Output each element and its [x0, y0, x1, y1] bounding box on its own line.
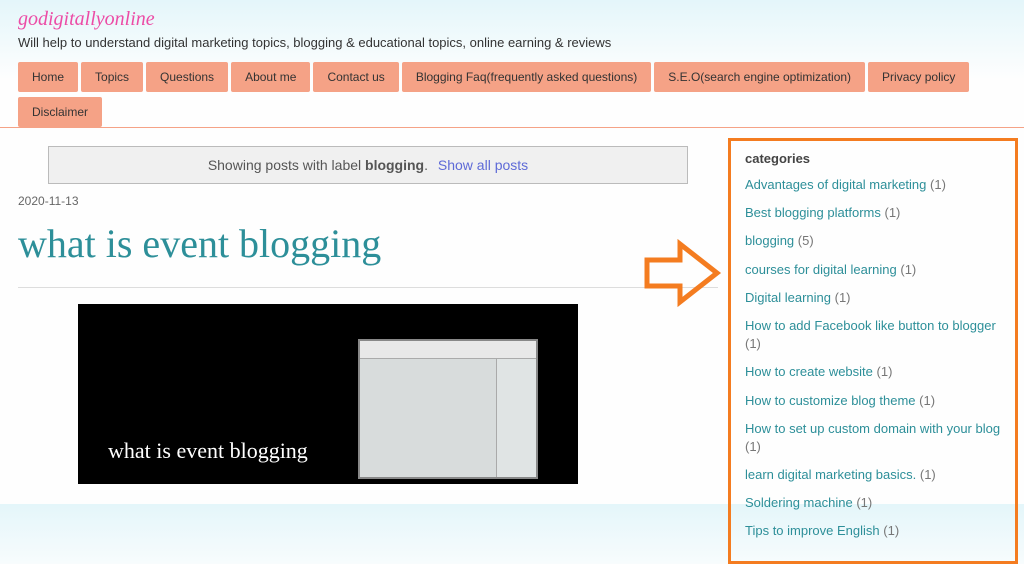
category-count: (1) — [930, 177, 946, 192]
category-count: (1) — [884, 205, 900, 220]
category-item: How to create website (1) — [745, 363, 1001, 381]
category-link[interactable]: Soldering machine — [745, 495, 853, 510]
site-description: Will help to understand digital marketin… — [18, 35, 1006, 50]
status-label: blogging — [365, 157, 424, 173]
category-count: (1) — [745, 336, 761, 351]
video-overlay-text: what is event blogging — [108, 438, 308, 464]
post-title[interactable]: what is event blogging — [18, 220, 718, 267]
show-all-link[interactable]: Show all posts — [438, 157, 528, 173]
category-link[interactable]: blogging — [745, 233, 794, 248]
nav-seo[interactable]: S.E.O(search engine optimization) — [654, 62, 865, 92]
category-item: How to set up custom domain with your bl… — [745, 420, 1001, 456]
header: godigitallyonline Will help to understan… — [0, 0, 1024, 62]
category-link[interactable]: Advantages of digital marketing — [745, 177, 926, 192]
category-count: (1) — [920, 467, 936, 482]
category-item: Advantages of digital marketing (1) — [745, 176, 1001, 194]
status-prefix: Showing posts with label — [208, 157, 365, 173]
category-item: Digital learning (1) — [745, 289, 1001, 307]
category-count: (1) — [745, 439, 761, 454]
status-suffix: . — [424, 157, 432, 173]
nav-topics[interactable]: Topics — [81, 62, 143, 92]
category-link[interactable]: Digital learning — [745, 290, 831, 305]
category-item: Soldering machine (1) — [745, 494, 1001, 512]
category-item: How to add Facebook like button to blogg… — [745, 317, 1001, 353]
category-link[interactable]: How to customize blog theme — [745, 393, 916, 408]
category-item: How to customize blog theme (1) — [745, 392, 1001, 410]
filter-status: Showing posts with label blogging. Show … — [48, 146, 688, 184]
category-count: (1) — [877, 364, 893, 379]
category-item: courses for digital learning (1) — [745, 261, 1001, 279]
category-item: Best blogging platforms (1) — [745, 204, 1001, 222]
category-count: (1) — [919, 393, 935, 408]
nav-about[interactable]: About me — [231, 62, 310, 92]
main-column: Showing posts with label blogging. Show … — [18, 138, 718, 564]
nav-disclaimer[interactable]: Disclaimer — [18, 97, 102, 127]
post-date: 2020-11-13 — [18, 194, 718, 208]
nav-row-2: Disclaimer — [0, 97, 1024, 128]
nav-privacy[interactable]: Privacy policy — [868, 62, 969, 92]
site-title[interactable]: godigitallyonline — [18, 8, 1006, 31]
category-link[interactable]: How to set up custom domain with your bl… — [745, 421, 1000, 436]
category-link[interactable]: Tips to improve English — [745, 523, 880, 538]
nav-row-1: Home Topics Questions About me Contact u… — [0, 62, 1024, 94]
category-count: (1) — [883, 523, 899, 538]
category-count: (1) — [856, 495, 872, 510]
nav-contact[interactable]: Contact us — [313, 62, 398, 92]
category-list: Advantages of digital marketing (1) Best… — [745, 176, 1001, 541]
category-count: (1) — [835, 290, 851, 305]
sidebar-categories: categories Advantages of digital marketi… — [728, 138, 1018, 564]
category-link[interactable]: Best blogging platforms — [745, 205, 881, 220]
category-link[interactable]: learn digital marketing basics. — [745, 467, 916, 482]
category-item: blogging (5) — [745, 232, 1001, 250]
divider — [18, 287, 718, 288]
category-link[interactable]: How to create website — [745, 364, 873, 379]
nav-faq[interactable]: Blogging Faq(frequently asked questions) — [402, 62, 651, 92]
category-item: learn digital marketing basics. (1) — [745, 466, 1001, 484]
category-count: (5) — [798, 233, 814, 248]
category-item: Tips to improve English (1) — [745, 522, 1001, 540]
category-link[interactable]: How to add Facebook like button to blogg… — [745, 318, 996, 333]
category-link[interactable]: courses for digital learning — [745, 262, 897, 277]
sidebar-title: categories — [745, 151, 1001, 166]
content: Showing posts with label blogging. Show … — [0, 128, 1024, 564]
category-count: (1) — [900, 262, 916, 277]
video-screen-mock — [358, 339, 538, 479]
nav-home[interactable]: Home — [18, 62, 78, 92]
nav-questions[interactable]: Questions — [146, 62, 228, 92]
video-thumbnail[interactable]: what is event blogging — [78, 304, 578, 484]
